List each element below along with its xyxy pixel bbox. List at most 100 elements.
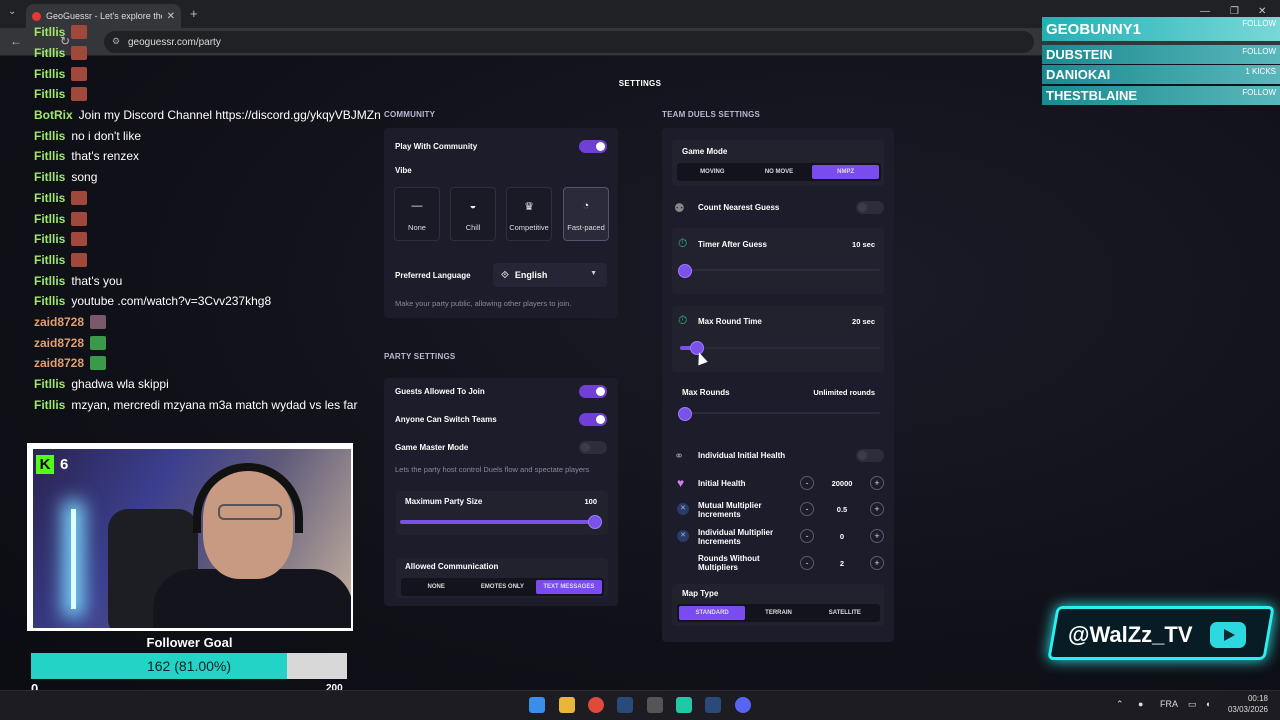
follower-tag: FOLLOW — [1242, 88, 1276, 97]
tab-search-icon[interactable]: ⌄ — [8, 6, 16, 17]
speedometer-icon: ◔ — [582, 200, 590, 212]
steam-icon[interactable] — [705, 697, 721, 713]
mode-nmpz[interactable]: NMPZ — [812, 165, 880, 179]
individual-multiplier-value[interactable]: 0 — [822, 532, 862, 541]
chat-username: Fitllis — [34, 128, 66, 143]
vibe-competitive[interactable]: ♛ Competitive — [506, 187, 552, 241]
dash-icon: — — [411, 200, 423, 212]
chat-message: Fitllis — [34, 63, 379, 84]
comm-option-none[interactable]: NONE — [403, 580, 469, 594]
language-indicator[interactable]: FRA — [1160, 699, 1178, 709]
minimize-icon[interactable]: — — [1200, 6, 1210, 17]
chat-text: youtube .com/watch?v=3Cvv237khg8 — [71, 294, 272, 309]
individual-multiplier-minus-button[interactable]: - — [800, 529, 814, 543]
clock-time: 00:18 — [1247, 694, 1268, 703]
mutual-multiplier-minus-button[interactable]: - — [800, 502, 814, 516]
heart-pair-icon: ⚭ — [674, 449, 685, 463]
mode-no-move[interactable]: NO MOVE — [746, 165, 813, 179]
chat-emote-icon — [90, 314, 107, 329]
preferred-language-label: Preferred Language — [395, 271, 471, 280]
comm-option-emotes[interactable]: EMOTES ONLY — [469, 580, 535, 594]
webcam-feed — [33, 449, 351, 628]
max-party-size-slider[interactable] — [588, 515, 602, 529]
vibe-label-competitive: Competitive — [509, 223, 549, 232]
chat-message: Fitllis that's renzex — [34, 146, 379, 167]
maximize-icon[interactable]: ❐ — [1230, 6, 1239, 17]
chat-username: Fitllis — [34, 273, 66, 288]
individual-initial-health-toggle[interactable] — [856, 449, 884, 462]
max-round-time-label: Max Round Time — [698, 317, 762, 326]
mode-moving[interactable]: MOVING — [679, 165, 746, 179]
discord-icon[interactable] — [735, 697, 751, 713]
multiplier-icon: ✕ — [677, 530, 689, 542]
page-title: SETTINGS — [618, 79, 662, 88]
guests-allowed-toggle[interactable] — [579, 385, 607, 398]
steam-icon[interactable] — [617, 697, 633, 713]
file-explorer-icon[interactable] — [559, 697, 575, 713]
mutual-multiplier-plus-button[interactable]: + — [870, 502, 884, 516]
comm-option-text[interactable]: TEXT MESSAGES — [535, 580, 602, 594]
max-rounds-label: Max Rounds — [682, 388, 730, 397]
settings-icon[interactable] — [647, 697, 663, 713]
microphone-icon[interactable]: ● — [1138, 699, 1143, 709]
max-rounds-slider[interactable] — [678, 407, 692, 421]
max-rounds-track — [680, 412, 880, 414]
timer-after-guess-slider[interactable] — [678, 264, 692, 278]
back-icon[interactable]: ← — [10, 34, 22, 48]
map-standard[interactable]: STANDARD — [679, 606, 746, 620]
chat-message: Fitllis — [34, 229, 379, 250]
play-with-community-toggle[interactable] — [579, 140, 607, 153]
game-master-toggle[interactable] — [579, 441, 607, 454]
initial-health-plus-button[interactable]: + — [870, 476, 884, 490]
vibe-chill[interactable]: ◒ Chill — [450, 187, 496, 241]
chat-username: Fitllis — [34, 190, 66, 205]
map-terrain[interactable]: TERRAIN — [745, 606, 811, 620]
kick-viewer-badge: K 6 — [36, 455, 68, 474]
initial-health-label: Initial Health — [698, 479, 746, 488]
map-satellite[interactable]: SATELLITE — [812, 606, 878, 620]
map-type-segmented: STANDARD TERRAIN SATELLITE — [677, 604, 880, 622]
chat-emote-icon — [90, 335, 107, 350]
display-icon[interactable]: ▭ — [1188, 699, 1197, 710]
new-tab-button[interactable]: + — [190, 6, 198, 21]
rounds-without-minus-button[interactable]: - — [800, 556, 814, 570]
vibe-fast-paced[interactable]: ◔ Fast-paced — [563, 187, 609, 241]
initial-health-minus-button[interactable]: - — [800, 476, 814, 490]
timer-after-guess-box — [672, 228, 884, 294]
language-select[interactable]: ⟐ English ▼ — [493, 263, 607, 287]
tray-chevron-icon[interactable]: ⌃ — [1116, 699, 1124, 710]
chat-message: Fitllis — [34, 84, 379, 105]
volume-icon[interactable]: ◖ — [1205, 699, 1210, 709]
follower-tag: FOLLOW — [1242, 47, 1276, 56]
mutual-multiplier-value[interactable]: 0.5 — [822, 505, 862, 514]
initial-health-value[interactable]: 20000 — [822, 479, 862, 488]
individual-multiplier-label: Individual Multiplier Increments — [698, 528, 774, 546]
vibe-none[interactable]: — None — [394, 187, 440, 241]
rounds-without-value[interactable]: 2 — [822, 559, 862, 568]
heart-icon: ♥ — [677, 476, 685, 490]
chat-text: mzyan, mercredi mzyana m3a match wydad v… — [71, 397, 358, 412]
chat-username: Fitllis — [34, 87, 66, 102]
individual-multiplier-plus-button[interactable]: + — [870, 529, 884, 543]
close-window-icon[interactable]: ✕ — [1258, 6, 1266, 17]
chat-message: Fitllis — [34, 22, 379, 43]
max-round-time-value: 20 sec — [852, 317, 875, 326]
screen: ⌄ GeoGuessr - Let's explore the w ✕ + ← … — [0, 0, 1280, 720]
timer-after-guess-track — [680, 269, 880, 271]
game-mode-label: Game Mode — [682, 147, 728, 156]
chat-message: zaid8728 — [34, 332, 379, 353]
communication-segmented: NONE EMOTES ONLY TEXT MESSAGES — [401, 578, 604, 596]
rounds-without-plus-button[interactable]: + — [870, 556, 884, 570]
clock[interactable]: 00:18 03/03/2026 — [1226, 693, 1268, 715]
chrome-icon[interactable] — [588, 697, 604, 713]
app-icon[interactable] — [676, 697, 692, 713]
chat-emote-icon — [71, 66, 88, 81]
windows-start-icon[interactable] — [529, 697, 545, 713]
tab-close-icon[interactable]: ✕ — [167, 11, 175, 22]
count-nearest-toggle[interactable] — [856, 201, 884, 214]
chat-text: song — [71, 170, 98, 185]
chat-message: Fitllis song — [34, 167, 379, 188]
anyone-switch-toggle[interactable] — [579, 413, 607, 426]
mutual-multiplier-label: Mutual Multiplier Increments — [698, 501, 762, 519]
chat-username: Fitllis — [34, 25, 66, 40]
